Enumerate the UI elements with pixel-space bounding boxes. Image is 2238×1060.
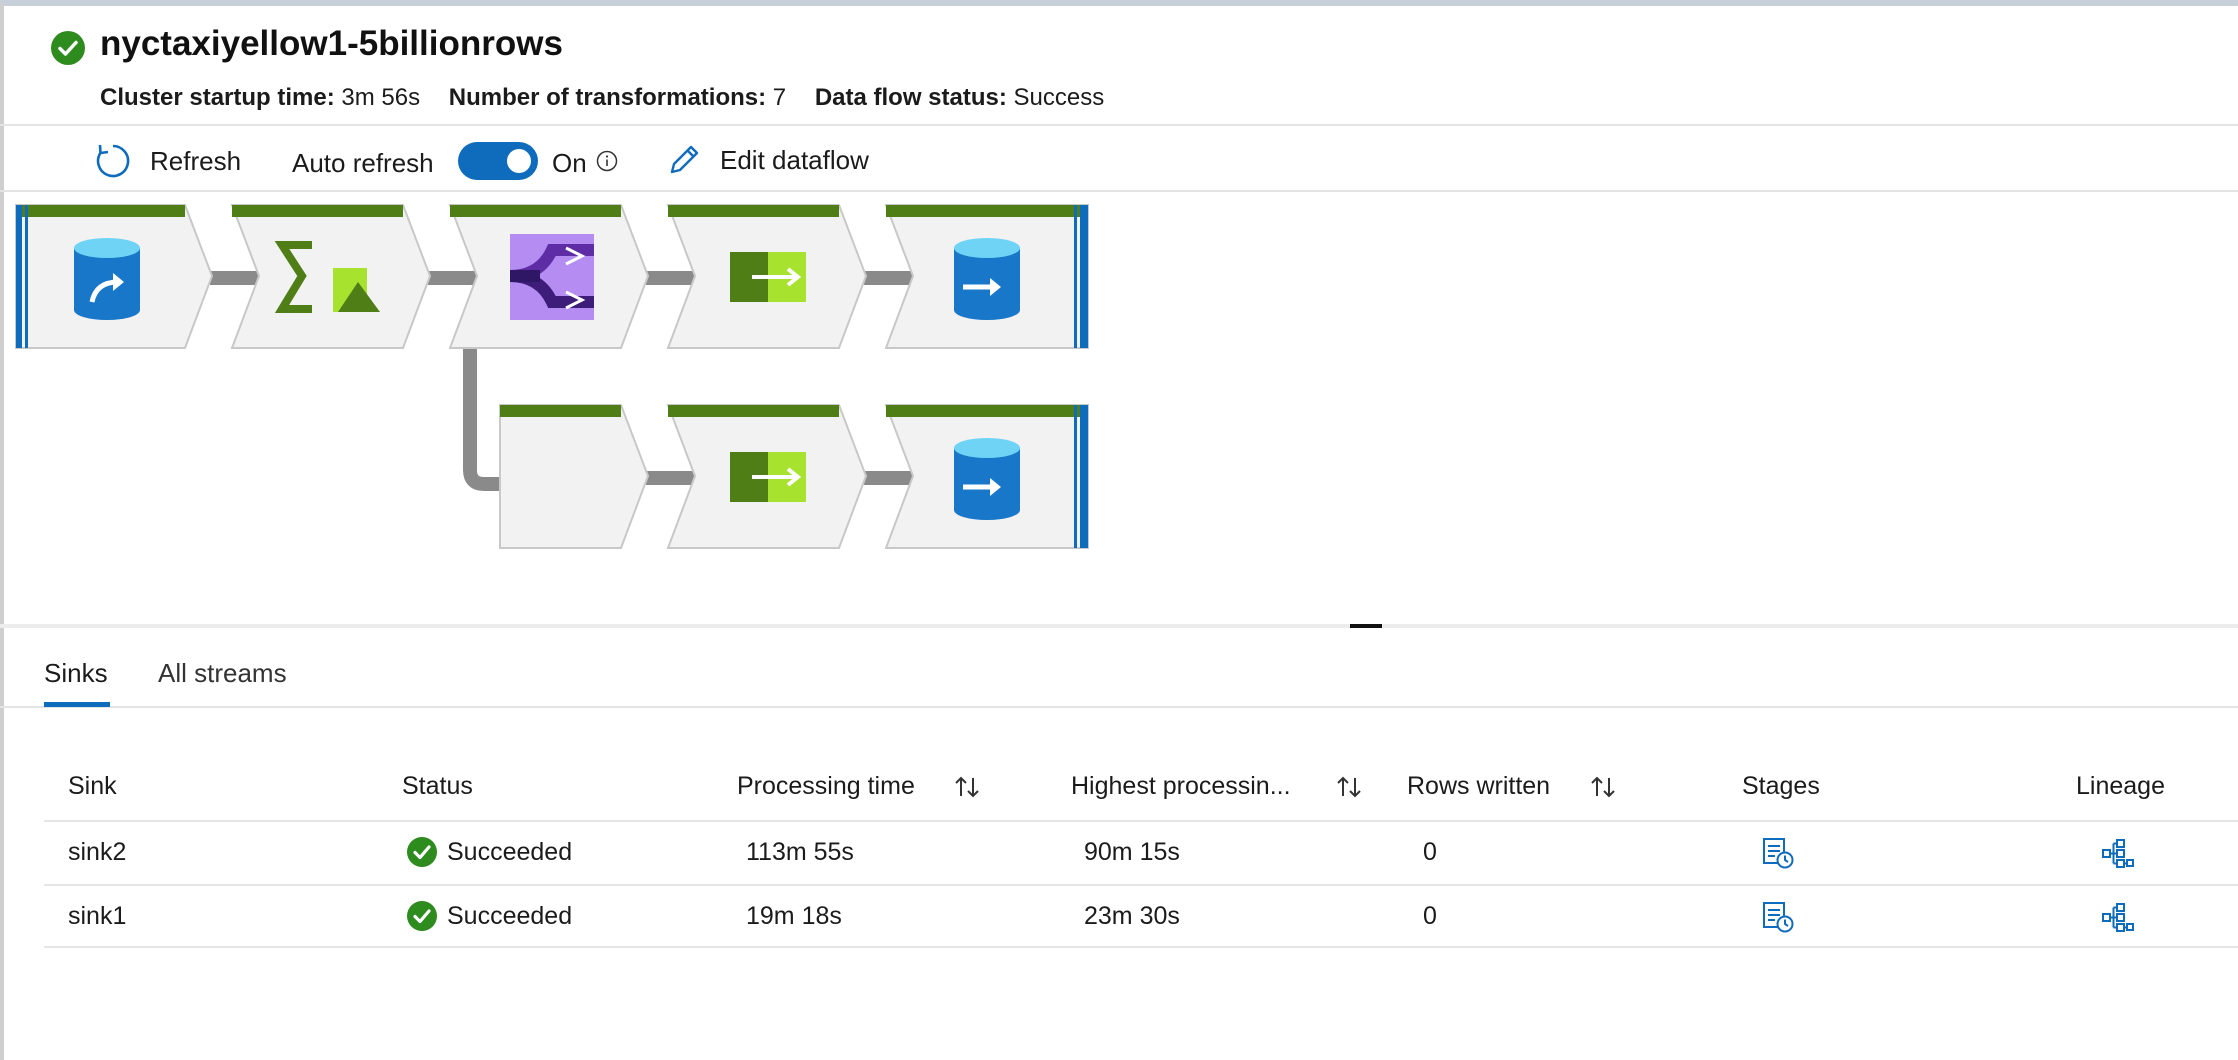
cluster-startup-value: 3m 56s	[341, 84, 421, 111]
run-metadata: Cluster startup time: 3m 56s Number of t…	[100, 84, 1126, 112]
transformations-value: 7	[772, 84, 787, 111]
toggle-knob	[507, 149, 531, 173]
info-icon[interactable]	[596, 150, 618, 172]
sink-name: sink1	[68, 902, 127, 930]
node-select-1[interactable]	[666, 204, 868, 349]
page-title: nyctaxiyellow1-5billionrows	[100, 24, 563, 63]
transformations-label: Number of transformations:	[448, 84, 767, 111]
active-tab-indicator	[44, 702, 110, 707]
sort-icon[interactable]	[1334, 772, 1364, 802]
column-header-stages: Stages	[1742, 772, 1820, 800]
tab-bar: Sinks All streams	[0, 628, 2238, 708]
node-aggregate[interactable]	[230, 204, 432, 349]
refresh-icon	[96, 144, 130, 178]
refresh-button[interactable]: Refresh	[94, 142, 241, 180]
success-check-icon	[407, 837, 437, 867]
status-text: Succeeded	[447, 838, 573, 866]
sink-database-icon	[954, 238, 1020, 320]
pencil-icon	[670, 145, 699, 174]
rows-written: 0	[1423, 902, 1437, 930]
edit-dataflow-label: Edit dataflow	[720, 144, 869, 175]
node-stream-2[interactable]	[499, 404, 650, 549]
column-header-processing-time[interactable]: Processing time	[737, 772, 915, 801]
sort-icon[interactable]	[952, 772, 982, 802]
run-header: nyctaxiyellow1-5billionrows Cluster star…	[0, 0, 2238, 126]
status-text: Succeeded	[447, 902, 573, 930]
refresh-label: Refresh	[150, 145, 242, 176]
tab-sinks[interactable]: Sinks	[44, 658, 108, 689]
toolbar: Refresh Auto refresh On Edit dataflow	[0, 128, 2238, 192]
node-select-2[interactable]	[666, 404, 868, 549]
source-database-icon	[74, 238, 140, 320]
toggle-state-label: On	[552, 148, 587, 178]
column-header-highest-processing[interactable]: Highest processin...	[1071, 772, 1291, 801]
processing-time: 113m 55s	[746, 838, 854, 866]
status-value: Success	[1013, 84, 1105, 111]
highest-processing-time: 23m 30s	[1084, 902, 1180, 930]
column-header-rows-written[interactable]: Rows written	[1407, 772, 1550, 801]
select-icon	[730, 252, 806, 302]
node-sink-1[interactable]	[884, 204, 1089, 349]
highest-processing-time: 90m 15s	[1084, 838, 1180, 866]
edit-dataflow-button[interactable]: Edit dataflow	[666, 142, 869, 178]
sort-icon[interactable]	[1588, 772, 1618, 802]
node-conditional-split[interactable]	[448, 204, 650, 349]
tab-all-streams[interactable]: All streams	[158, 658, 287, 689]
auto-refresh-toggle[interactable]	[458, 142, 538, 180]
node-sink-2[interactable]	[884, 404, 1089, 549]
lineage-icon[interactable]	[2101, 900, 2135, 934]
rows-written: 0	[1423, 838, 1437, 866]
stages-icon[interactable]	[1761, 836, 1795, 870]
success-check-icon	[407, 901, 437, 931]
auto-refresh-label: Auto refresh	[292, 148, 434, 178]
success-check-icon	[51, 31, 85, 65]
table-row[interactable]: sink2 Succeeded 113m 55s 90m 15s 0	[44, 820, 2238, 884]
select-icon	[730, 452, 806, 502]
sink-name: sink2	[68, 838, 127, 866]
status-label: Data flow status:	[814, 84, 1007, 111]
stages-icon[interactable]	[1761, 900, 1795, 934]
cluster-startup-label: Cluster startup time:	[100, 84, 335, 111]
processing-time: 19m 18s	[746, 902, 842, 930]
table-row[interactable]: sink1 Succeeded 19m 18s 23m 30s 0	[44, 884, 2238, 948]
node-source[interactable]	[15, 204, 214, 349]
column-header-sink[interactable]: Sink	[68, 772, 117, 801]
sink-database-icon	[954, 438, 1020, 520]
lineage-icon[interactable]	[2101, 836, 2135, 870]
column-header-status[interactable]: Status	[402, 772, 473, 801]
column-header-lineage: Lineage	[2076, 772, 2165, 800]
dataflow-graph	[15, 204, 1089, 549]
conditional-split-icon	[509, 234, 594, 320]
